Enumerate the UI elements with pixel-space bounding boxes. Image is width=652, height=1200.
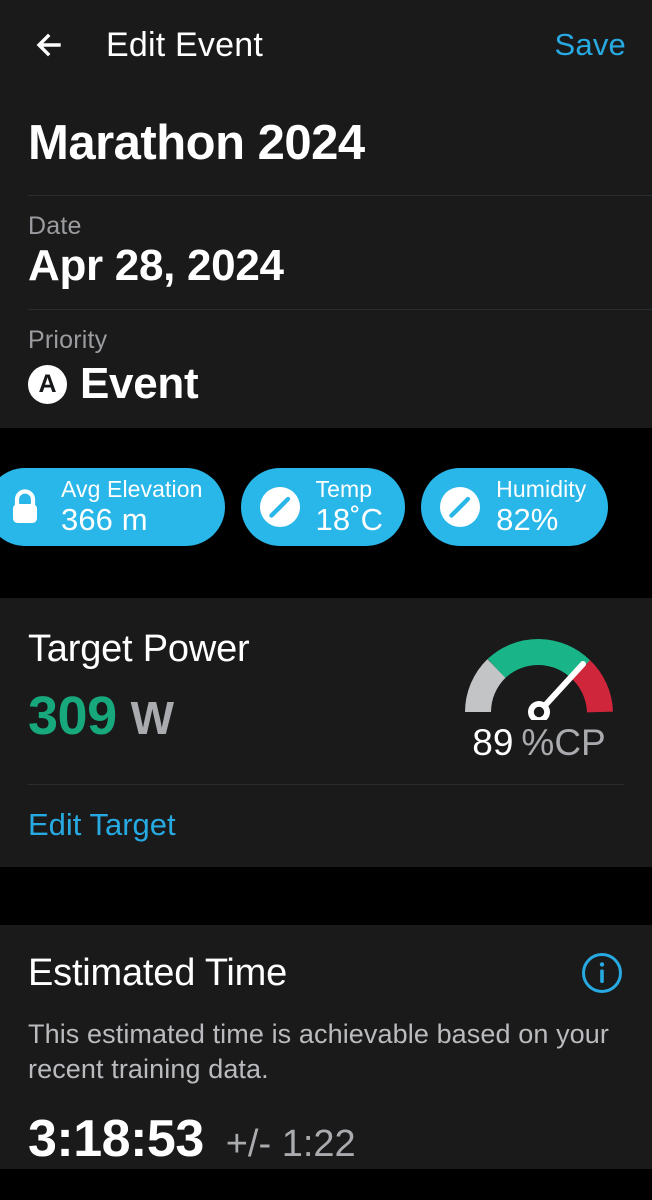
- app-screen: Edit Event Save Marathon 2024 Date Apr 2…: [0, 0, 652, 1200]
- lock-icon: [2, 484, 48, 530]
- target-power-value: 309: [28, 686, 117, 747]
- estimated-time-range: +/- 1:22: [225, 1123, 356, 1166]
- section-gap: [0, 867, 652, 926]
- chip-avg-elevation[interactable]: Avg Elevation 366 m: [0, 468, 225, 547]
- metrics-chip-band: Avg Elevation 366 m Temp 18˚C Humidity 8…: [0, 428, 652, 599]
- priority-value: Event: [80, 359, 199, 409]
- estimated-time-card: Estimated Time This estimated time is ac…: [0, 925, 652, 1170]
- event-info-card: Marathon 2024 Date Apr 28, 2024 Priority…: [0, 90, 652, 429]
- event-priority-row[interactable]: Priority A Event: [0, 310, 652, 428]
- chip-label: Humidity: [496, 475, 587, 502]
- estimated-time-title: Estimated Time: [28, 951, 288, 994]
- pencil-icon: [437, 484, 483, 530]
- chip-value: 18˚C: [315, 501, 384, 537]
- cp-gauge: 89 %CP: [454, 628, 624, 764]
- gauge-unit: %CP: [521, 722, 606, 764]
- chip-value: 366 m: [61, 501, 148, 537]
- info-icon[interactable]: [580, 951, 624, 995]
- priority-label: Priority: [28, 326, 108, 355]
- arrow-left-icon: [36, 33, 61, 57]
- edit-target-button[interactable]: Edit Target: [0, 785, 652, 867]
- metrics-chip-list: Avg Elevation 366 m Temp 18˚C Humidity 8…: [0, 468, 652, 547]
- target-power-card: Target Power 309 W 89 %CP Edit Target: [0, 598, 652, 868]
- chip-label: Temp: [315, 475, 373, 502]
- estimated-time-value: 3:18:53: [28, 1110, 204, 1169]
- chip-value: 82%: [496, 501, 559, 537]
- save-button[interactable]: Save: [555, 27, 626, 63]
- event-date-row[interactable]: Date Apr 28, 2024: [0, 196, 652, 310]
- gauge-value: 89: [472, 722, 514, 764]
- page-title: Edit Event: [106, 25, 263, 64]
- priority-badge-a: A: [28, 365, 67, 405]
- pencil-icon: [257, 484, 303, 530]
- back-button[interactable]: [26, 22, 72, 68]
- chip-label: Avg Elevation: [61, 475, 203, 502]
- estimated-time-description: This estimated time is achievable based …: [28, 1019, 609, 1085]
- date-value: Apr 28, 2024: [28, 240, 284, 290]
- target-power-title: Target Power: [28, 628, 250, 671]
- chip-temp[interactable]: Temp 18˚C: [240, 468, 406, 547]
- date-label: Date: [28, 211, 82, 240]
- chip-humidity[interactable]: Humidity 82%: [421, 468, 609, 547]
- app-header: Edit Event Save: [0, 0, 652, 90]
- event-name-row[interactable]: Marathon 2024: [0, 90, 652, 195]
- target-power-unit: W: [130, 692, 174, 745]
- gauge-icon: [465, 639, 613, 721]
- event-name: Marathon 2024: [28, 116, 365, 170]
